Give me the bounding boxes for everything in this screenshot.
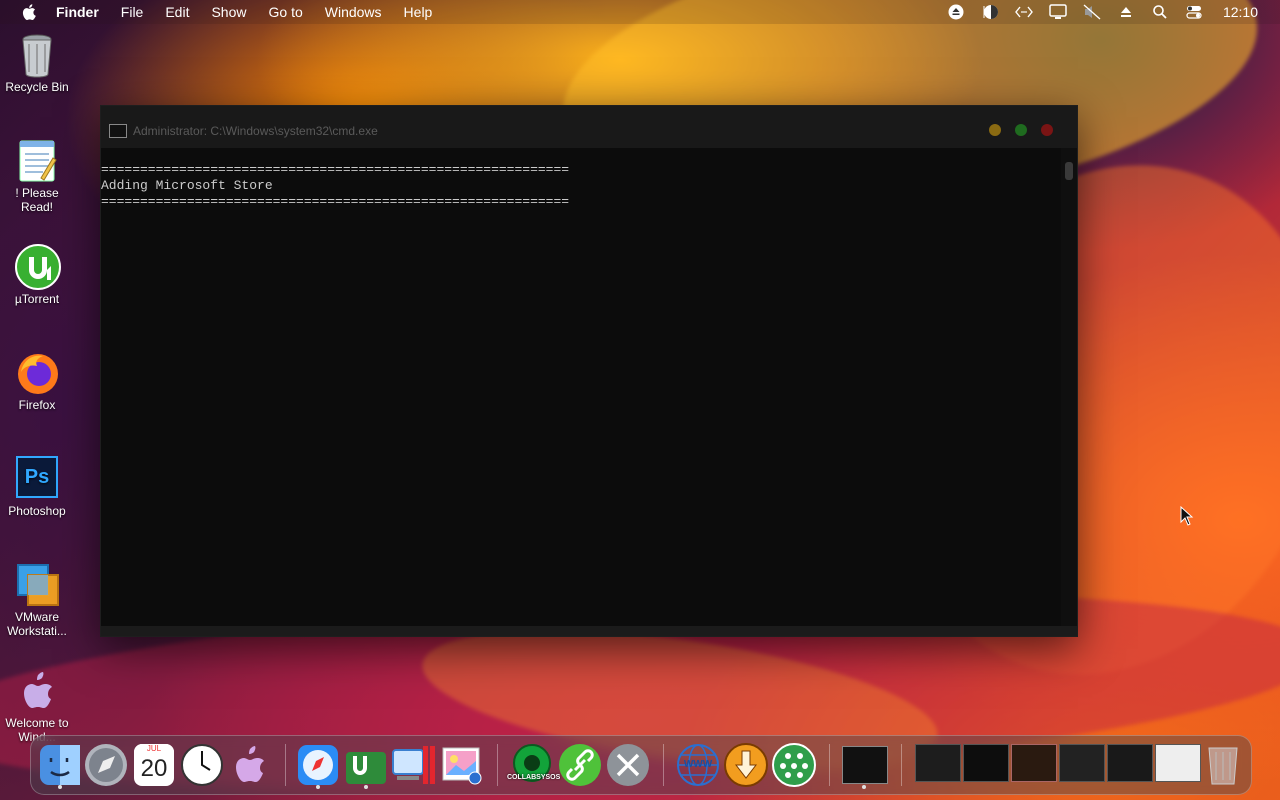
eject-circle-icon[interactable] <box>947 3 965 21</box>
dock-finder[interactable] <box>37 742 83 789</box>
dock-calendar[interactable]: JUL 20 <box>131 742 177 788</box>
dock-collabsysos[interactable]: COLLABSYSOS <box>507 742 561 788</box>
vmware-icon <box>15 562 59 606</box>
running-indicator <box>862 785 866 789</box>
menu-help[interactable]: Help <box>404 4 433 20</box>
terminal-output[interactable]: ========================================… <box>101 148 1061 626</box>
menu-show[interactable]: Show <box>211 4 246 20</box>
control-center-icon[interactable] <box>1185 3 1203 21</box>
menu-bar: Finder File Edit Show Go to Windows Help… <box>0 0 1280 24</box>
dock-safari[interactable] <box>295 742 341 789</box>
dock-preview[interactable] <box>439 742 485 788</box>
desktop-icon-label: Recycle Bin <box>5 80 69 94</box>
terminal-line: ========================================… <box>101 162 570 177</box>
desktop-icon-label: µTorrent <box>14 292 60 306</box>
minimized-window-thumbnail[interactable] <box>1107 744 1153 782</box>
menu-clock[interactable]: 12:10 <box>1223 4 1258 20</box>
photoshop-glyph: Ps <box>16 456 58 498</box>
minimized-window-thumbnail[interactable] <box>915 744 961 782</box>
dock-welcome-apple[interactable] <box>227 742 273 788</box>
terminal-line: Adding Microsoft Store <box>101 178 273 193</box>
eject-icon[interactable] <box>1117 3 1135 21</box>
www-label: WWW <box>683 759 713 770</box>
dock-parallels[interactable] <box>391 742 437 788</box>
utorrent-icon <box>15 244 61 290</box>
recycle-bin-icon <box>15 32 59 78</box>
menu-go-to[interactable]: Go to <box>269 4 303 20</box>
calendar-month: JUL <box>134 744 174 754</box>
desktop-icon-label: Photoshop <box>8 504 66 518</box>
menu-file[interactable]: File <box>121 4 144 20</box>
cmd-app-icon <box>109 124 127 138</box>
dock-group-app[interactable] <box>771 742 817 788</box>
calendar-day: 20 <box>140 755 168 782</box>
zoom-button[interactable] <box>1015 124 1027 136</box>
status-area: 12:10 <box>947 0 1258 24</box>
desktop-icon-utorrent[interactable]: µTorrent <box>2 244 72 306</box>
menu-finder[interactable]: Finder <box>56 4 99 20</box>
collabsysos-label: COLLABSYSOS <box>507 774 561 781</box>
desktop-icon-label: VMware Workstati... <box>7 610 67 638</box>
minimized-window-thumbnail[interactable] <box>1011 744 1057 782</box>
desktop-icon-vmware[interactable]: VMware Workstati... <box>2 562 72 638</box>
dock-downloader[interactable] <box>723 742 769 788</box>
dock: JUL 20 COLLABSYSOS WWW <box>30 735 1252 795</box>
mouse-cursor-icon <box>1180 505 1194 526</box>
terminal-scrollbar[interactable] <box>1061 148 1077 626</box>
desktop-icon-firefox[interactable]: Firefox <box>2 350 72 412</box>
minimized-window-thumbnail[interactable] <box>963 744 1009 782</box>
menu-edit[interactable]: Edit <box>165 4 189 20</box>
desktop-icon-recycle-bin[interactable]: Recycle Bin <box>2 32 72 94</box>
display-icon[interactable] <box>1049 3 1067 21</box>
dock-www[interactable]: WWW <box>675 742 721 788</box>
dock-separator <box>901 744 902 786</box>
dock-separator <box>497 744 498 786</box>
dock-utorrent[interactable] <box>343 742 389 789</box>
dock-trash[interactable] <box>1203 742 1249 788</box>
running-indicator <box>58 785 62 789</box>
mute-icon[interactable] <box>1083 3 1101 21</box>
menu-windows[interactable]: Windows <box>325 4 382 20</box>
cmd-window-title: Administrator: C:\Windows\system32\cmd.e… <box>133 124 378 138</box>
running-indicator <box>316 785 320 789</box>
minimize-button[interactable] <box>989 124 1001 136</box>
half-moon-icon[interactable] <box>981 3 999 21</box>
dock-link-app[interactable] <box>557 742 603 788</box>
firefox-icon <box>15 350 59 394</box>
dock-utilities[interactable] <box>605 742 651 788</box>
minimized-window-thumbnail[interactable] <box>1059 744 1105 782</box>
minimized-window-thumbnail[interactable] <box>1155 744 1201 782</box>
code-arrows-icon[interactable] <box>1015 3 1033 21</box>
close-button[interactable] <box>1041 124 1053 136</box>
desktop-icon-please-read[interactable]: ! Please Read! <box>2 138 72 214</box>
cmd-titlebar[interactable]: Administrator: C:\Windows\system32\cmd.e… <box>101 106 1077 148</box>
notepad-icon <box>15 138 59 182</box>
dock-launchpad[interactable] <box>83 742 129 788</box>
scrollbar-thumb[interactable] <box>1065 162 1073 180</box>
desktop-icon-label: ! Please Read! <box>15 186 59 214</box>
search-icon[interactable] <box>1151 3 1169 21</box>
dock-separator <box>285 744 286 786</box>
desktop-icon-label: Firefox <box>18 398 56 412</box>
terminal-line: ========================================… <box>101 194 570 209</box>
window-controls <box>989 124 1053 136</box>
dock-separator <box>829 744 830 786</box>
photoshop-icon: Ps <box>15 456 59 500</box>
dock-clock[interactable] <box>179 742 225 788</box>
dock-terminal[interactable] <box>841 742 888 789</box>
apple-menu-icon[interactable] <box>20 4 38 20</box>
desktop-icon-welcome[interactable]: Welcome to Wind... <box>2 668 72 744</box>
dock-separator <box>663 744 664 786</box>
desktop-icon-photoshop[interactable]: Ps Photoshop <box>2 456 72 518</box>
running-indicator <box>364 785 368 789</box>
window-bottom-edge <box>101 626 1077 636</box>
welcome-icon <box>15 668 59 712</box>
cmd-window[interactable]: Administrator: C:\Windows\system32\cmd.e… <box>100 105 1078 637</box>
